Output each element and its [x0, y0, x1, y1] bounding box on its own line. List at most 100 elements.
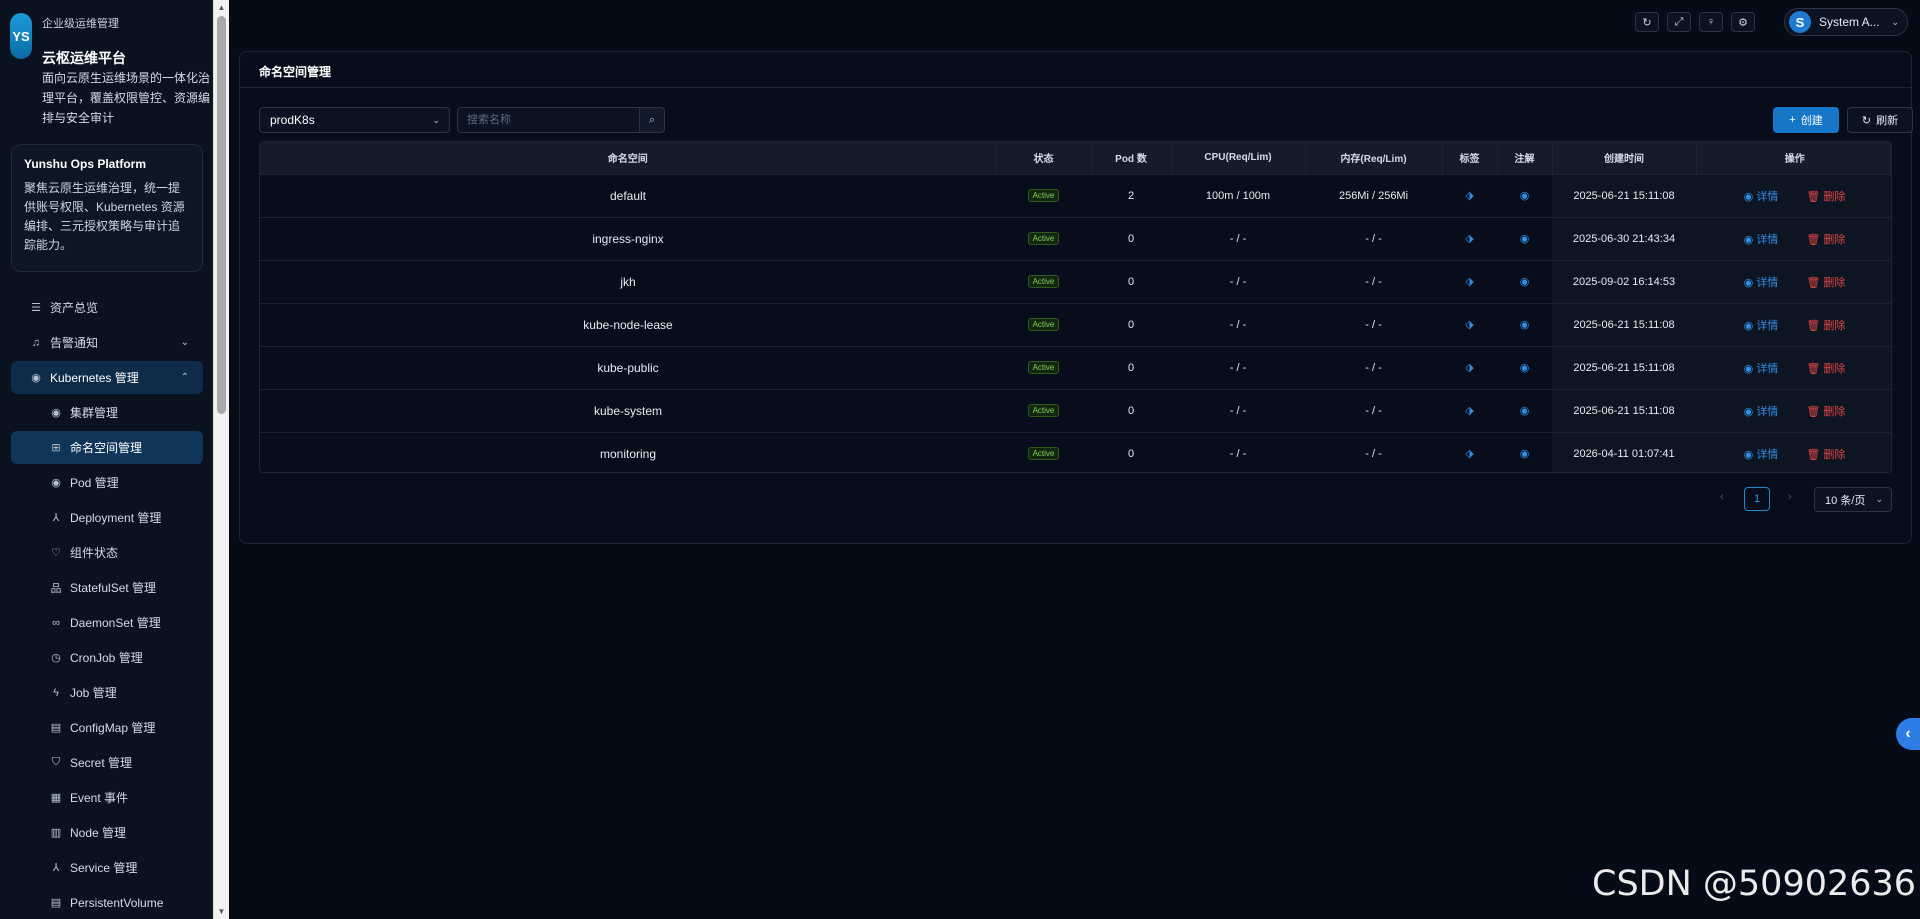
create-label: 创建: [1800, 115, 1823, 127]
clock-icon: ◷: [51, 652, 61, 664]
create-button[interactable]: + 创建: [1773, 107, 1839, 133]
delete-label: 删除: [1823, 276, 1846, 289]
namespace-name: kube-public: [597, 360, 659, 375]
sidebar-item-kubernetes[interactable]: ◉ Kubernetes 管理 ⌃: [11, 361, 203, 394]
delete-button[interactable]: 🗑 删除: [1806, 406, 1845, 418]
tag-icon[interactable]: ⬗: [1465, 319, 1473, 331]
tips-button[interactable]: ♀: [1699, 12, 1723, 32]
sidebar-item-assets[interactable]: ☰ 资产总览: [11, 291, 203, 324]
page-size-select[interactable]: 10 条/页 ⌄: [1814, 487, 1892, 512]
collapse-panel-button[interactable]: ‹: [1896, 718, 1920, 750]
created-time: 2025-06-21 15:11:08: [1552, 346, 1696, 389]
reload-icon: ↻: [1861, 114, 1872, 127]
pod-count: 0: [1127, 318, 1135, 331]
actions-cell: ◉ 详情 🗑 删除: [1696, 217, 1891, 260]
user-menu[interactable]: S System A... ⌄: [1784, 8, 1908, 36]
detail-button[interactable]: ◉ 详情: [1744, 234, 1779, 246]
sidebar-item-cronjobs[interactable]: ◷ CronJob 管理: [11, 641, 203, 674]
status-badge: Active: [1027, 404, 1060, 417]
eye-icon[interactable]: ◉: [1520, 319, 1530, 331]
fullscreen-button[interactable]: ⤢: [1667, 12, 1691, 32]
settings-button[interactable]: ⚙: [1731, 12, 1755, 32]
sidebar-item-events[interactable]: ▦ Event 事件: [11, 781, 203, 814]
brand-title: 云枢运维平台: [42, 50, 126, 66]
status-badge: Active: [1027, 275, 1060, 288]
eye-icon[interactable]: ◉: [1520, 233, 1530, 245]
cpu-value: - / -: [1229, 361, 1247, 374]
scroll-up-icon[interactable]: ▲: [214, 0, 229, 15]
search-button[interactable]: ⌕: [639, 107, 665, 133]
tag-icon[interactable]: ⬗: [1465, 362, 1473, 374]
platform-info-card: Yunshu Ops Platform 聚焦云原生运维治理，统一提供账号权限、K…: [11, 144, 203, 272]
delete-button[interactable]: 🗑 删除: [1806, 320, 1845, 332]
sidebar-item-jobs[interactable]: ϟ Job 管理: [11, 676, 203, 709]
next-page-icon[interactable]: ›: [1788, 491, 1792, 503]
sidebar-item-secrets[interactable]: ⛉ Secret 管理: [11, 746, 203, 779]
delete-label: 删除: [1823, 319, 1846, 332]
tag-icon[interactable]: ⬗: [1465, 448, 1473, 460]
delete-button[interactable]: 🗑 删除: [1806, 277, 1845, 289]
sidebar-item-persistent-volumes[interactable]: ▤ PersistentVolume: [11, 886, 203, 919]
deploy-icon: ⅄: [52, 512, 60, 524]
sidebar-item-clusters[interactable]: ◉ 集群管理: [11, 396, 203, 429]
sidebar-item-namespaces[interactable]: ⊞ 命名空间管理: [11, 431, 203, 464]
tag-icon[interactable]: ⬗: [1465, 276, 1473, 288]
delete-button[interactable]: 🗑 删除: [1806, 449, 1845, 461]
sidebar-item-services[interactable]: ⅄ Service 管理: [11, 851, 203, 884]
search-input[interactable]: [457, 107, 640, 133]
tag-icon[interactable]: ⬗: [1465, 190, 1473, 202]
scrollbar-thumb[interactable]: [217, 16, 226, 414]
sidebar-item-nodes[interactable]: ▥ Node 管理: [11, 816, 203, 849]
eye-icon[interactable]: ◉: [1520, 448, 1530, 460]
event-icon: ▦: [50, 792, 62, 804]
eye-icon[interactable]: ◉: [1520, 405, 1530, 417]
detail-button[interactable]: ◉ 详情: [1744, 406, 1779, 418]
page-number-current[interactable]: 1: [1744, 487, 1770, 511]
memory-value: - / -: [1365, 275, 1382, 288]
actions-cell: ◉ 详情 🗑 删除: [1696, 432, 1891, 472]
namespace-table: 命名空间 状态 Pod 数 CPU(Req/Lim) 内存(Req/Lim) 标…: [259, 141, 1892, 473]
delete-label: 删除: [1823, 405, 1846, 418]
grid-icon: ⊞: [51, 442, 61, 454]
eye-icon[interactable]: ◉: [1520, 362, 1530, 374]
detail-button[interactable]: ◉ 详情: [1744, 191, 1779, 203]
annotations-cell: ◉: [1497, 432, 1552, 472]
prev-page-icon[interactable]: ‹: [1720, 491, 1724, 503]
sidebar-nav: ☰ 资产总览 ♫ 告警通知 ⌄ ◉ Kubernetes 管理 ⌃ ◉ 集群管理…: [11, 291, 203, 919]
eye-icon[interactable]: ◉: [1520, 276, 1530, 288]
pod-count: 0: [1127, 404, 1135, 417]
detail-button[interactable]: ◉ 详情: [1744, 277, 1779, 289]
delete-button[interactable]: 🗑 删除: [1806, 191, 1845, 203]
sidebar-item-label: 集群管理: [70, 406, 119, 420]
reload-button[interactable]: ↻: [1635, 12, 1659, 32]
list-icon: ☰: [31, 302, 41, 314]
detail-label: 详情: [1756, 405, 1779, 418]
sidebar-item-configmaps[interactable]: ▤ ConfigMap 管理: [11, 711, 203, 744]
sidebar-item-statefulsets[interactable]: 品 StatefulSet 管理: [11, 571, 203, 604]
tag-icon[interactable]: ⬗: [1465, 405, 1473, 417]
cluster-select[interactable]: prodK8s ⌄: [259, 107, 450, 133]
lightbulb-icon: ♀: [1706, 16, 1716, 28]
sidebar-scrollbar[interactable]: ▲ ▼: [213, 0, 229, 919]
detail-button[interactable]: ◉ 详情: [1744, 320, 1779, 332]
chevron-down-icon: ⌄: [180, 337, 189, 348]
detail-button[interactable]: ◉ 详情: [1744, 449, 1779, 461]
delete-button[interactable]: 🗑 删除: [1806, 234, 1845, 246]
delete-button[interactable]: 🗑 删除: [1806, 363, 1845, 375]
sidebar-item-label: Kubernetes 管理: [50, 371, 139, 385]
chevron-down-icon: ⌄: [1875, 494, 1883, 504]
tag-icon[interactable]: ⬗: [1465, 233, 1473, 245]
detail-button[interactable]: ◉ 详情: [1744, 363, 1779, 375]
annotations-cell: ◉: [1497, 346, 1552, 389]
scroll-down-icon[interactable]: ▼: [214, 904, 229, 919]
eye-icon[interactable]: ◉: [1520, 190, 1530, 202]
sidebar-item-alerts[interactable]: ♫ 告警通知 ⌄: [11, 326, 203, 359]
sidebar-item-daemonsets[interactable]: ∞ DaemonSet 管理: [11, 606, 203, 639]
refresh-button[interactable]: ↻ 刷新: [1847, 107, 1913, 133]
volume-icon: ▤: [50, 897, 62, 909]
page-size-value: 10 条/页: [1825, 494, 1866, 507]
sidebar-item-component-status[interactable]: ♡ 组件状态: [11, 536, 203, 569]
labels-cell: ⬗: [1442, 260, 1497, 303]
sidebar-item-deployments[interactable]: ⅄ Deployment 管理: [11, 501, 203, 534]
sidebar-item-pods[interactable]: ◉ Pod 管理: [11, 466, 203, 499]
